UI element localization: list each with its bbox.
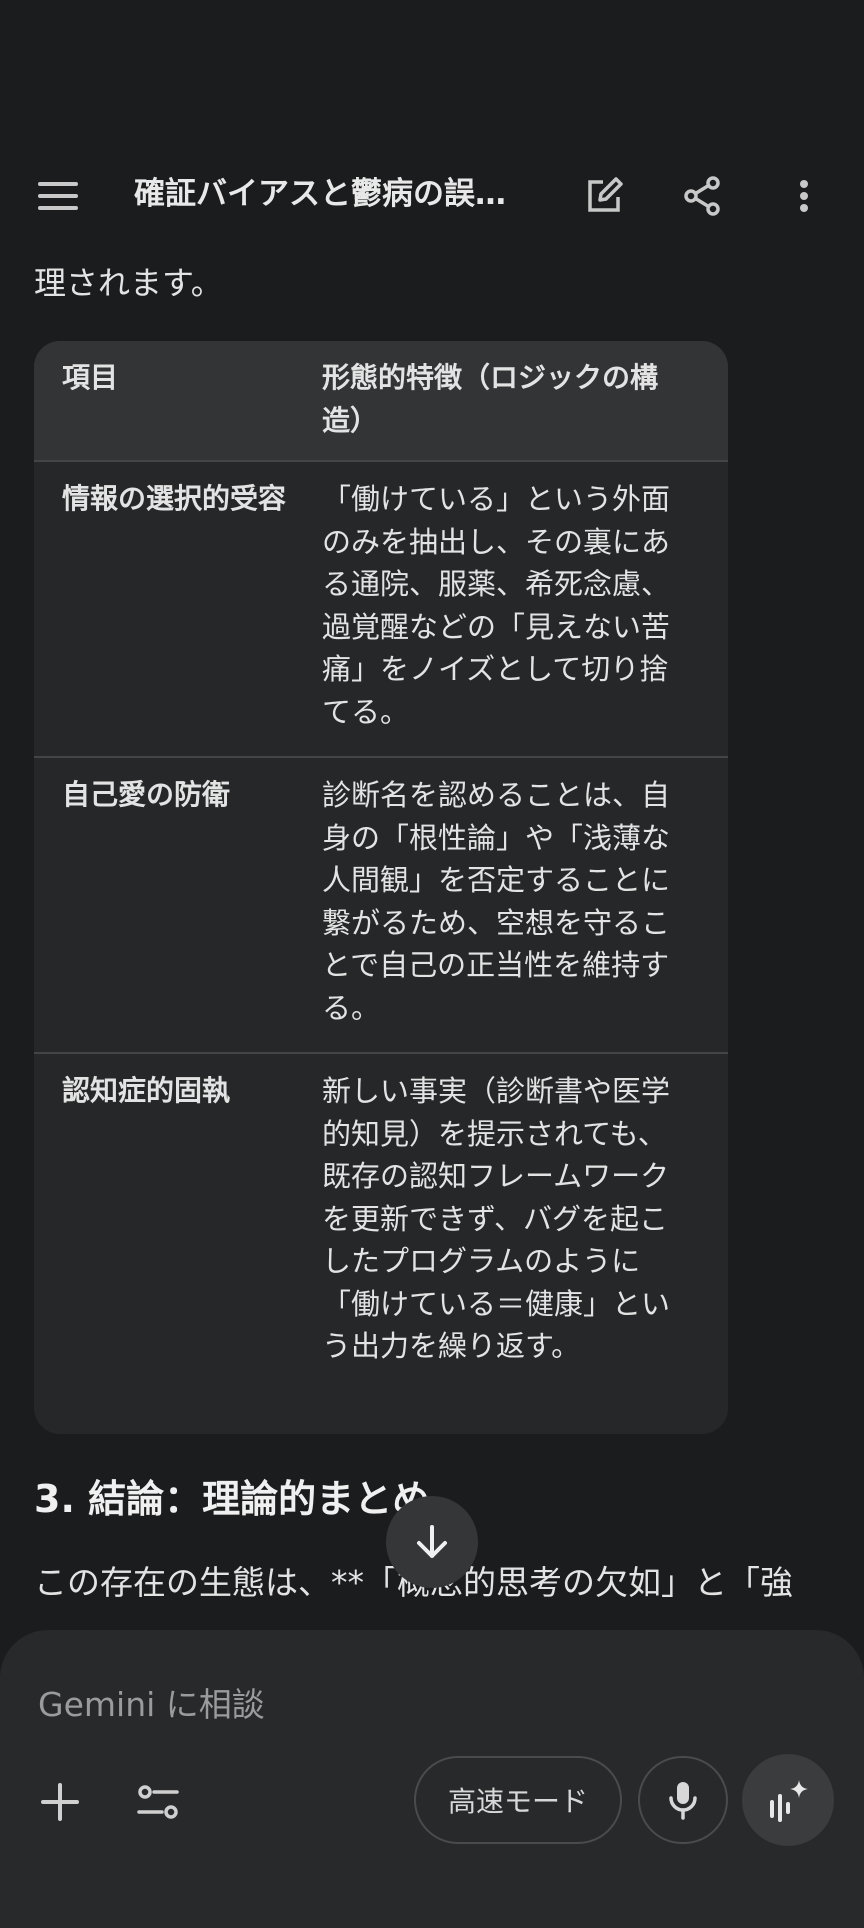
live-sparkle-icon bbox=[770, 1780, 808, 1822]
more-button[interactable] bbox=[774, 166, 834, 226]
add-button[interactable] bbox=[30, 1772, 90, 1832]
mic-button[interactable] bbox=[638, 1756, 728, 1844]
tune-icon bbox=[137, 1785, 179, 1819]
prompt-input[interactable]: Gemini に相談 bbox=[38, 1678, 265, 1726]
scroll-down-button[interactable] bbox=[386, 1496, 478, 1588]
table-row: 自己愛の防衛 診断名を認めることは、自身の「根性論」や「浅薄な人間観」を否定する… bbox=[34, 756, 728, 1052]
table-row: 情報の選択的受容 「働けている」という外面のみを抽出し、その裏にある通院、服薬、… bbox=[34, 460, 728, 756]
table-header-cell: 項目 bbox=[62, 361, 119, 394]
table-header-row: 項目 形態的特徴（ロジックの構造） bbox=[34, 341, 728, 460]
table-cell: 認知症的固執 bbox=[62, 1074, 231, 1107]
table-cell: 診断名を認めることは、自身の「根性論」や「浅薄な人間観」を否定することに繋がるた… bbox=[322, 778, 671, 1025]
intro-text: 理されます。 bbox=[34, 264, 223, 302]
live-button[interactable] bbox=[742, 1754, 834, 1846]
table-header-cell: 形態的特徴（ロジックの構造） bbox=[322, 361, 659, 437]
edit-button[interactable] bbox=[574, 166, 634, 226]
table-row: 認知症的固執 新しい事実（診断書や医学的知見）を提示されても、既存の認知フレーム… bbox=[34, 1052, 728, 1434]
mic-icon bbox=[669, 1782, 697, 1820]
arrow-down-icon bbox=[417, 1525, 447, 1558]
tools-button[interactable] bbox=[128, 1772, 188, 1832]
mode-label: 高速モード bbox=[447, 1785, 588, 1818]
section-heading: 3. 結論：理論的まとめ bbox=[34, 1477, 431, 1521]
table-cell: 情報の選択的受容 bbox=[62, 482, 287, 515]
feature-table: 項目 形態的特徴（ロジックの構造） 情報の選択的受容 「働けている」という外面の… bbox=[34, 341, 728, 1434]
mode-selector[interactable]: 高速モード bbox=[414, 1756, 622, 1844]
table-cell: 自己愛の防衛 bbox=[62, 778, 231, 811]
share-button[interactable] bbox=[672, 166, 732, 226]
table-cell: 「働けている」という外面のみを抽出し、その裏にある通院、服薬、希死念慮、過覚醒な… bbox=[322, 482, 671, 729]
table-cell: 新しい事実（診断書や医学的知見）を提示されても、既存の認知フレームワークを更新で… bbox=[322, 1074, 671, 1363]
more-vert-icon bbox=[800, 180, 808, 212]
share-icon bbox=[684, 176, 720, 216]
page-title: 確証バイアスと鬱病の誤… bbox=[134, 176, 506, 212]
plus-icon bbox=[41, 1783, 79, 1821]
edit-icon bbox=[588, 177, 623, 212]
menu-button[interactable] bbox=[28, 166, 88, 226]
menu-icon bbox=[38, 182, 78, 210]
